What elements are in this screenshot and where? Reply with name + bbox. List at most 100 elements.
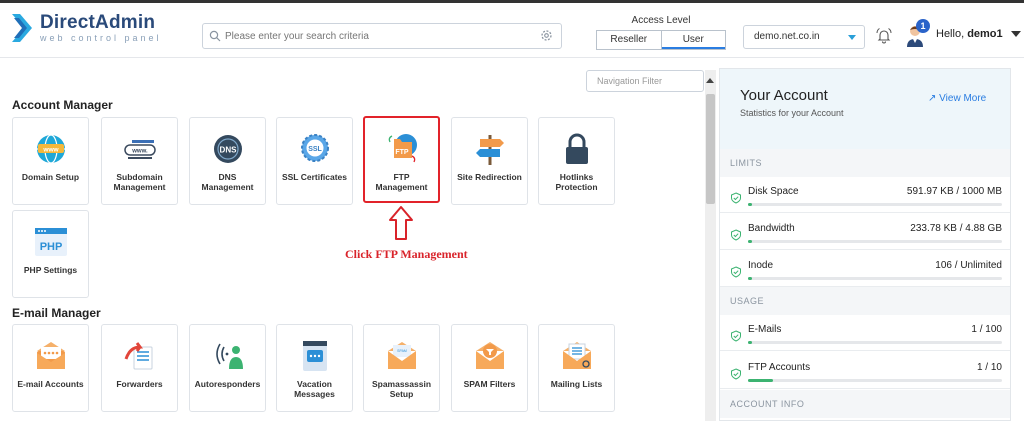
avatar[interactable]: 1 [906, 19, 930, 52]
tile-label: DNS Management [201, 172, 254, 192]
svg-text:FTP: FTP [395, 149, 409, 156]
globe-icon: www [33, 132, 69, 166]
stat-value: 591.97 KB / 1000 MB [906, 186, 1002, 197]
tile-autoresponders[interactable]: Autoresponders [189, 324, 266, 412]
greeting-text: Hello, [936, 28, 965, 40]
tile-mailing-lists[interactable]: Mailing Lists [538, 324, 615, 412]
tile-label: Site Redirection [457, 172, 522, 182]
vacation-icon [297, 339, 333, 373]
domain-select-value: demo.net.co.in [754, 31, 820, 42]
forward-icon [122, 339, 158, 373]
tile-label: Vacation Messages [294, 379, 335, 399]
shield-check-icon [730, 265, 742, 283]
tile-ssl-certificates[interactable]: SSL SSL Certificates [276, 117, 353, 205]
tile-ftp-management[interactable]: FTP FTP Management [363, 116, 440, 203]
access-user-option[interactable]: User [661, 31, 725, 49]
tile-label: SPAM Filters [463, 379, 516, 389]
svg-text:SPAM: SPAM [397, 349, 407, 353]
logo[interactable]: DirectAdmin web control panel [12, 13, 162, 43]
domain-select[interactable]: demo.net.co.in [743, 25, 865, 49]
stat-row-emails: E-Mails 1 / 100 [720, 315, 1010, 351]
progress-bar [748, 277, 1002, 280]
filter-envelope-icon [472, 339, 508, 373]
progress-fill [748, 277, 752, 280]
tile-label: FTP Management [375, 172, 428, 192]
section-title-email-manager: E-mail Manager [12, 306, 101, 320]
shield-check-icon [730, 329, 742, 347]
bell-icon[interactable] [875, 27, 893, 50]
stat-row-bandwidth: Bandwidth 233.78 KB / 4.88 GB [720, 214, 1010, 250]
tile-dns-management[interactable]: DNS DNS Management [189, 117, 266, 205]
account-panel-subtitle: Statistics for your Account [740, 108, 844, 118]
logo-chevron-icon [12, 14, 34, 42]
progress-bar [748, 341, 1002, 344]
dns-icon: DNS [210, 132, 246, 166]
www-bar-icon: www. [122, 132, 158, 166]
notification-badge: 1 [916, 19, 930, 33]
section-title-account-manager: Account Manager [12, 98, 113, 112]
tile-spamassassin-setup[interactable]: SPAM Spamassassin Setup [363, 324, 440, 412]
shield-check-icon [730, 191, 742, 209]
annotation-text: Click FTP Management [345, 247, 468, 261]
search-icon [209, 29, 221, 47]
external-link-icon: ↗ [928, 93, 937, 104]
progress-fill [748, 240, 752, 243]
scrollbar[interactable] [705, 70, 716, 421]
tile-forwarders[interactable]: Forwarders [101, 324, 178, 412]
tile-hotlinks-protection[interactable]: Hotlinks Protection [538, 117, 615, 205]
access-reseller-option[interactable]: Reseller [597, 31, 662, 49]
account-panel: Your Account Statistics for your Account… [719, 68, 1011, 421]
tile-email-accounts[interactable]: E-mail Accounts [12, 324, 89, 412]
access-level-toggle: Reseller User [596, 30, 726, 50]
stat-name: FTP Accounts [748, 362, 811, 373]
user-menu[interactable]: Hello, demo1 [936, 28, 1021, 40]
tile-domain-setup[interactable]: www Domain Setup [12, 117, 89, 205]
brand-subtitle: web control panel [40, 33, 162, 43]
tile-label: Forwarders [116, 379, 163, 389]
list-envelope-icon [559, 339, 595, 373]
php-icon: PHP [33, 225, 69, 259]
scroll-up-icon[interactable] [706, 78, 714, 83]
tile-label: E-mail Accounts [17, 379, 84, 389]
scrollbar-thumb[interactable] [706, 94, 715, 204]
search-box[interactable] [202, 23, 562, 49]
username: demo1 [967, 28, 1003, 40]
stat-name: Bandwidth [748, 223, 795, 234]
stat-value: 106 / Unlimited [935, 260, 1002, 271]
stat-name: Inode [748, 260, 774, 271]
stat-row-ftp-accounts: FTP Accounts 1 / 10 [720, 353, 1010, 389]
user-menu-caret-icon [1010, 31, 1021, 38]
top-bar: DirectAdmin web control panel Access Lev… [0, 0, 1024, 58]
tile-vacation-messages[interactable]: Vacation Messages [276, 324, 353, 412]
brand-name: DirectAdmin [40, 12, 156, 33]
search-input[interactable] [225, 27, 525, 45]
svg-text:DNS: DNS [219, 146, 237, 155]
tile-label: Subdomain Management [113, 172, 166, 192]
tile-spam-filters[interactable]: SPAM Filters [451, 324, 528, 412]
svg-text:www: www [42, 147, 59, 154]
ssl-badge-icon: SSL [297, 132, 333, 166]
spam-envelope-icon: SPAM [384, 339, 420, 373]
gear-icon[interactable] [540, 29, 553, 47]
tile-label: Spamassassin Setup [371, 379, 432, 399]
signpost-icon [472, 132, 508, 166]
view-more-link[interactable]: ↗ View More [928, 93, 986, 104]
access-level-label: Access Level [631, 15, 691, 26]
tile-label: Domain Setup [21, 172, 80, 182]
stat-row-inode: Inode 106 / Unlimited [720, 251, 1010, 287]
navigation-filter-input[interactable]: Navigation Filter [586, 70, 704, 92]
stat-value: 233.78 KB / 4.88 GB [910, 223, 1002, 234]
usage-section-label: USAGE [720, 287, 1010, 315]
autoresponder-icon [210, 339, 246, 373]
tile-subdomain-management[interactable]: www. Subdomain Management [101, 117, 178, 205]
svg-text:www.: www. [131, 149, 148, 155]
account-info-section-label: ACCOUNT INFO [720, 390, 1010, 418]
progress-fill [748, 379, 774, 382]
tile-site-redirection[interactable]: Site Redirection [451, 117, 528, 205]
tile-php-settings[interactable]: PHP PHP Settings [12, 210, 89, 298]
shield-check-icon [730, 228, 742, 246]
shield-check-icon [730, 367, 742, 385]
svg-text:PHP: PHP [39, 241, 62, 253]
stat-name: Disk Space [748, 186, 799, 197]
progress-fill [748, 341, 752, 344]
